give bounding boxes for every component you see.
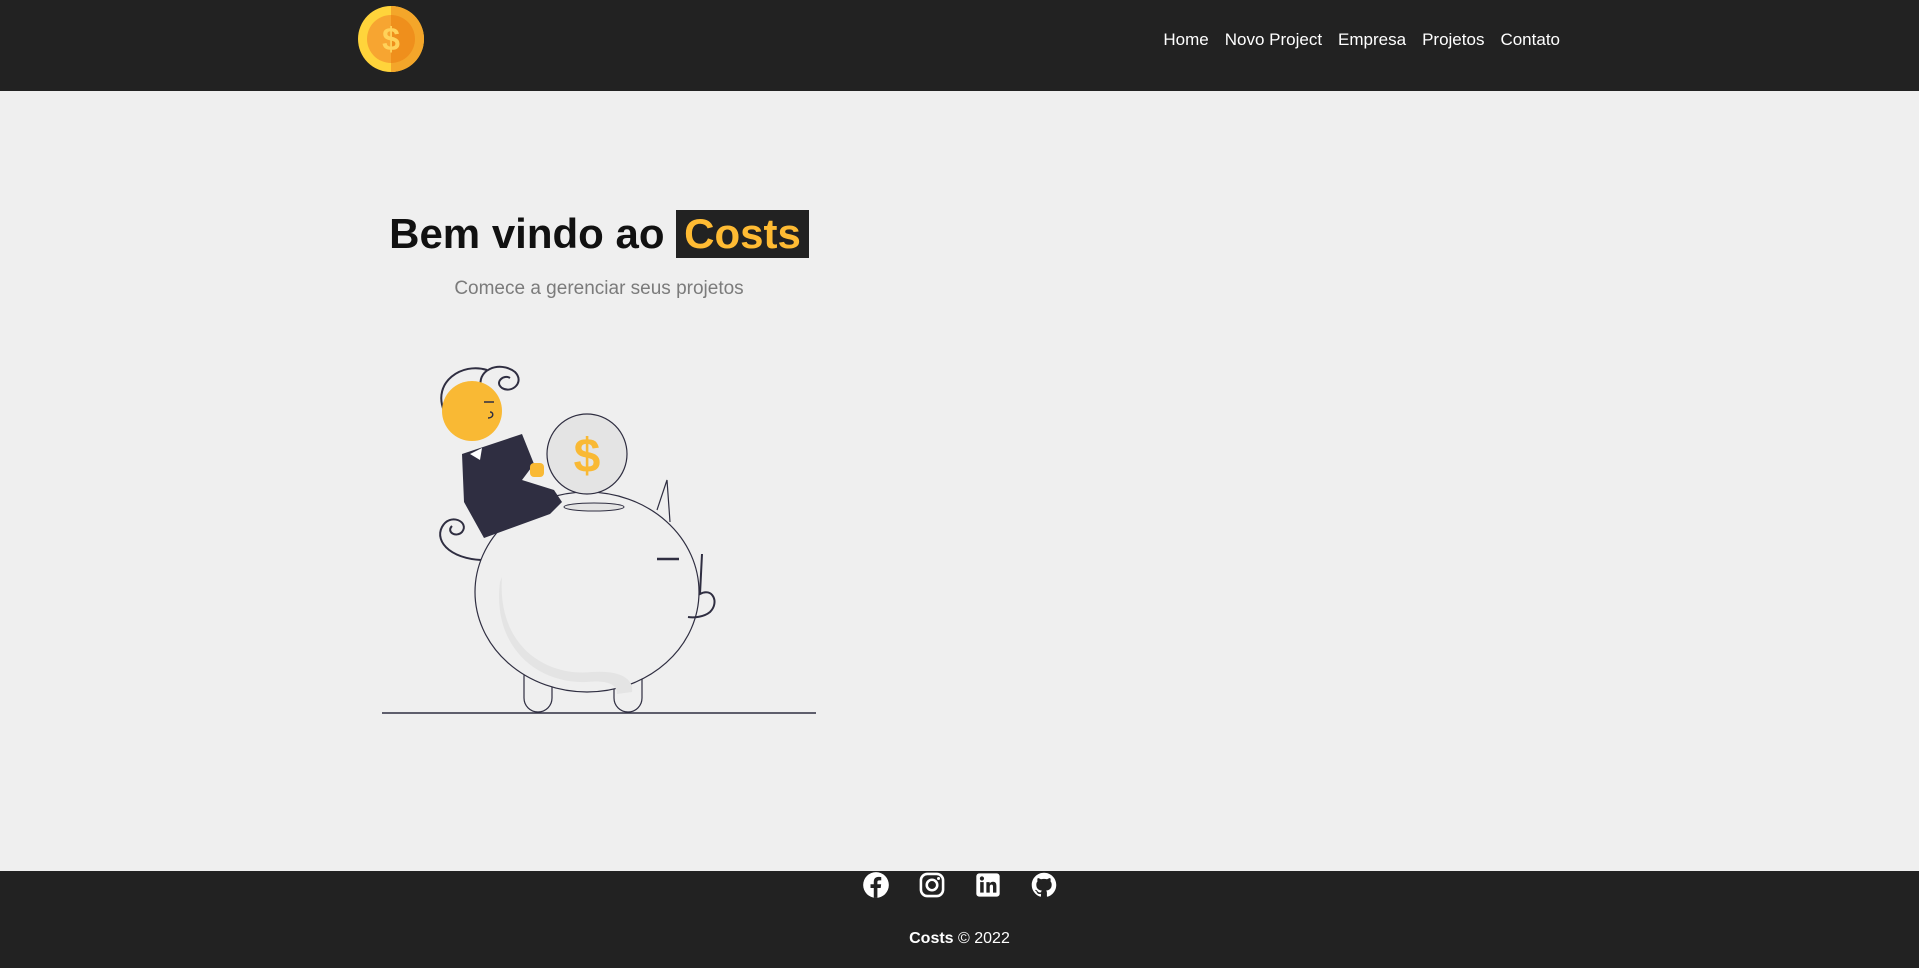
navbar: $ Home Novo Project Empresa Projetos Con… <box>0 0 1919 91</box>
page-title: Bem vindo ao Costs <box>382 210 816 258</box>
copyright-text: © 2022 <box>953 930 1010 947</box>
page-subtitle: Comece a gerenciar seus projetos <box>454 278 744 299</box>
nav-link-contato[interactable]: Contato <box>1500 30 1560 50</box>
nav-link-empresa[interactable]: Empresa <box>1338 30 1406 50</box>
home-section: Bem vindo ao Costs Comece a gerenciar se… <box>382 210 816 300</box>
nav-link-projetos[interactable]: Projetos <box>1422 30 1484 50</box>
footer: Costs © 2022 <box>0 871 1919 968</box>
social-links <box>862 871 1058 899</box>
nav-link-home[interactable]: Home <box>1163 30 1208 50</box>
piggy-bank-illustration: $ <box>382 365 816 714</box>
main-nav: Home Novo Project Empresa Projetos Conta… <box>1147 30 1560 50</box>
github-icon[interactable] <box>1030 871 1058 899</box>
svg-text:$: $ <box>574 430 601 483</box>
nav-link-novo-project[interactable]: Novo Project <box>1225 30 1322 50</box>
title-prefix: Bem vindo ao <box>389 210 677 257</box>
logo-coin-icon[interactable]: $ <box>358 6 424 72</box>
linkedin-icon[interactable] <box>974 871 1002 899</box>
svg-text:$: $ <box>382 21 400 57</box>
facebook-icon[interactable] <box>862 871 890 899</box>
footer-brand: Costs <box>909 930 954 947</box>
brand-highlight: Costs <box>676 210 809 258</box>
instagram-icon[interactable] <box>918 871 946 899</box>
copyright: Costs © 2022 <box>0 930 1919 948</box>
